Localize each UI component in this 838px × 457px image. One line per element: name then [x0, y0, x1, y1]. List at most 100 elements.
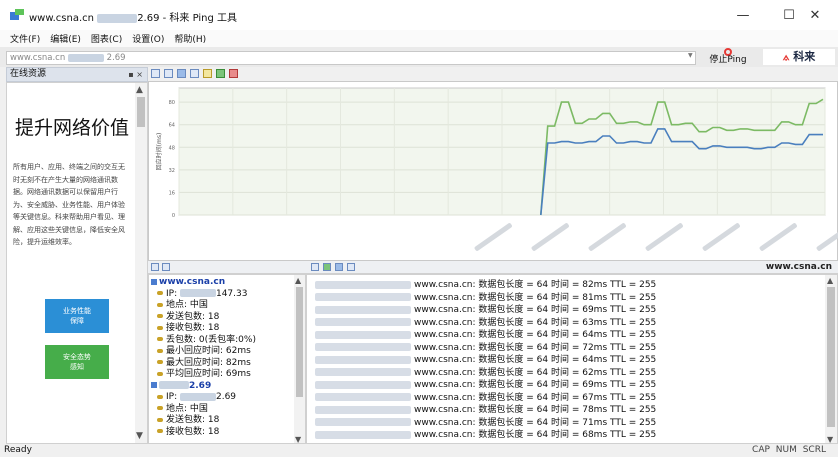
tree-item[interactable]: 最大回应时间: 82ms: [157, 358, 251, 370]
tree-item[interactable]: 接收包数: 18: [157, 323, 219, 335]
tree-text: 地点: 中国: [166, 403, 208, 414]
chevron-down-icon[interactable]: ▼: [688, 52, 693, 59]
log-tool-icon[interactable]: [347, 263, 355, 271]
y-axis-label: 回应时间(ms): [155, 133, 163, 171]
minimize-button[interactable]: —: [720, 0, 766, 30]
tree-text: IP:: [166, 392, 180, 402]
bullet-icon: [157, 406, 163, 410]
menu-edit[interactable]: 编辑(E): [50, 32, 81, 45]
log-row: www.csna.cn: 数据包长度 = 64 时间 = 71ms TTL = …: [315, 417, 656, 430]
computer-icon: [151, 278, 157, 285]
scroll-up-icon[interactable]: ▲: [136, 85, 143, 95]
chart-toolbar: [148, 67, 838, 81]
log-row: www.csna.cn: 数据包长度 = 64 时间 = 81ms TTL = …: [315, 292, 656, 305]
business-performance-button[interactable]: 业务性能 保障: [45, 299, 109, 333]
tree-tool-icon[interactable]: [151, 263, 159, 271]
menu-file[interactable]: 文件(F): [10, 32, 40, 45]
tree-text: 最小回应时间: 62ms: [166, 346, 251, 356]
close-button[interactable]: ✕: [792, 0, 838, 30]
menu-settings[interactable]: 设置(O): [132, 32, 164, 45]
chart-tool-icon[interactable]: [190, 69, 199, 78]
tree-host-node[interactable]: www.csna.cn: [151, 277, 225, 289]
chart-tool-icon[interactable]: [203, 69, 212, 78]
scroll-thumb[interactable]: [296, 287, 303, 397]
title-bar: www.csna.cn 2.69 - 科来 Ping 工具 — ☐ ✕: [0, 0, 838, 30]
tree-item[interactable]: 发送包数: 18: [157, 312, 219, 324]
scroll-thumb[interactable]: [137, 97, 145, 127]
chart-tool-icon[interactable]: [229, 69, 238, 78]
scroll-down-icon[interactable]: ▼: [295, 435, 301, 443]
log-text: www.csna.cn: 数据包长度 = 64 时间 = 82ms TTL = …: [414, 280, 657, 290]
scroll-up-icon[interactable]: ▲: [827, 276, 833, 285]
redacted-timestamp: [315, 318, 411, 326]
tree-host-node[interactable]: 2.69: [151, 381, 211, 393]
tree-item[interactable]: 地点: 中国: [157, 404, 208, 416]
menu-help[interactable]: 帮助(H): [174, 32, 206, 45]
log-text: www.csna.cn: 数据包长度 = 64 时间 = 71ms TTL = …: [414, 417, 657, 428]
log-tool-icon[interactable]: [311, 263, 319, 271]
log-tool-icon[interactable]: [335, 263, 343, 271]
log-text: www.csna.cn: 数据包长度 = 64 时间 = 81ms TTL = …: [414, 292, 657, 303]
title-host: www.csna.cn: [29, 13, 94, 24]
status-text: Ready: [4, 445, 32, 455]
log-row: www.csna.cn: 数据包长度 = 64 时间 = 64ms TTL = …: [315, 329, 656, 342]
redacted-timestamp: [315, 418, 411, 426]
redacted-ip: [67, 53, 104, 62]
ad-title: 提升网络价值: [14, 117, 129, 139]
y-tick-label: 80: [169, 100, 175, 106]
chart-tool-icon[interactable]: [216, 69, 225, 78]
log-tool-icon[interactable]: [323, 263, 331, 271]
tree-text: 发送包数: 18: [166, 311, 220, 322]
left-scrollbar[interactable]: ▲ ▼: [135, 83, 147, 443]
tree-item[interactable]: 发送包数: 18: [157, 415, 219, 427]
panel-close-button[interactable]: ▪ ×: [128, 68, 143, 81]
tree-item[interactable]: 丢包数: 0(丢包率:0%): [157, 335, 256, 347]
redacted-ip: [179, 289, 216, 297]
bullet-icon: [157, 314, 163, 318]
chart-tool-icon[interactable]: [164, 69, 173, 78]
log-row: www.csna.cn: 数据包长度 = 64 时间 = 62ms TTL = …: [315, 367, 656, 380]
tree-text: 最大回应时间: 82ms: [166, 357, 251, 368]
log-row: www.csna.cn: 数据包长度 = 64 时间 = 63ms TTL = …: [315, 317, 656, 330]
bullet-icon: [157, 429, 163, 433]
tree-tool-icon[interactable]: [162, 263, 170, 271]
log-text: www.csna.cn: 数据包长度 = 64 时间 = 64ms TTL = …: [414, 355, 657, 365]
log-text: www.csna.cn: 数据包长度 = 64 时间 = 62ms TTL = …: [414, 367, 657, 378]
bullet-icon: [157, 302, 163, 307]
tree-item[interactable]: 最小回应时间: 62ms: [157, 346, 251, 358]
chart-tool-icon[interactable]: [151, 69, 160, 78]
security-awareness-button[interactable]: 安全态势 感知: [45, 345, 109, 379]
log-scrollbar[interactable]: ▲ ▼: [825, 275, 837, 443]
log-text: www.csna.cn: 数据包长度 = 64 时间 = 68ms TTL = …: [414, 430, 657, 440]
redacted-timestamp: [315, 368, 411, 376]
chart-tool-icon[interactable]: [177, 69, 186, 78]
bullet-icon: [157, 360, 163, 364]
tree-item[interactable]: IP: 147.33: [157, 289, 247, 301]
stop-label: 停止Ping: [709, 55, 747, 65]
y-tick-label: 64: [169, 123, 175, 129]
tree-text: 丢包数: 0(丢包率:0%): [166, 334, 256, 345]
window-title: www.csna.cn 2.69 - 科来 Ping 工具: [29, 9, 237, 24]
tree-item[interactable]: 接收包数: 18: [157, 427, 219, 439]
y-tick-label: 0: [172, 213, 175, 219]
scroll-down-icon[interactable]: ▼: [136, 431, 143, 441]
tree-text: 地点: 中国: [166, 300, 208, 310]
redacted-timestamp: [315, 430, 411, 439]
tree-text: 发送包数: 18: [166, 415, 220, 425]
tree-item[interactable]: 平均回应时间: 69ms: [157, 369, 251, 381]
target-input[interactable]: www.csna.cn 2.69: [6, 51, 696, 65]
x-tick-label-redacted: [702, 223, 740, 251]
stop-ping-button[interactable]: 停止Ping: [697, 47, 759, 67]
scroll-up-icon[interactable]: ▲: [295, 276, 301, 285]
scroll-down-icon[interactable]: ▼: [827, 435, 833, 443]
tree-item[interactable]: 地点: 中国: [157, 300, 208, 312]
log-row: www.csna.cn: 数据包长度 = 64 时间 = 82ms TTL = …: [315, 279, 656, 292]
redacted-timestamp: [315, 393, 411, 401]
tree-item[interactable]: IP: 2.69: [157, 392, 236, 404]
tree-scrollbar[interactable]: ▲ ▼: [294, 275, 305, 443]
redacted-timestamp: [315, 330, 411, 339]
log-row: www.csna.cn: 数据包长度 = 64 时间 = 69ms TTL = …: [315, 304, 656, 317]
menu-chart[interactable]: 图表(C): [91, 32, 122, 45]
status-bar: Ready CAP NUM SCRL: [0, 444, 838, 457]
scroll-thumb[interactable]: [827, 287, 835, 427]
